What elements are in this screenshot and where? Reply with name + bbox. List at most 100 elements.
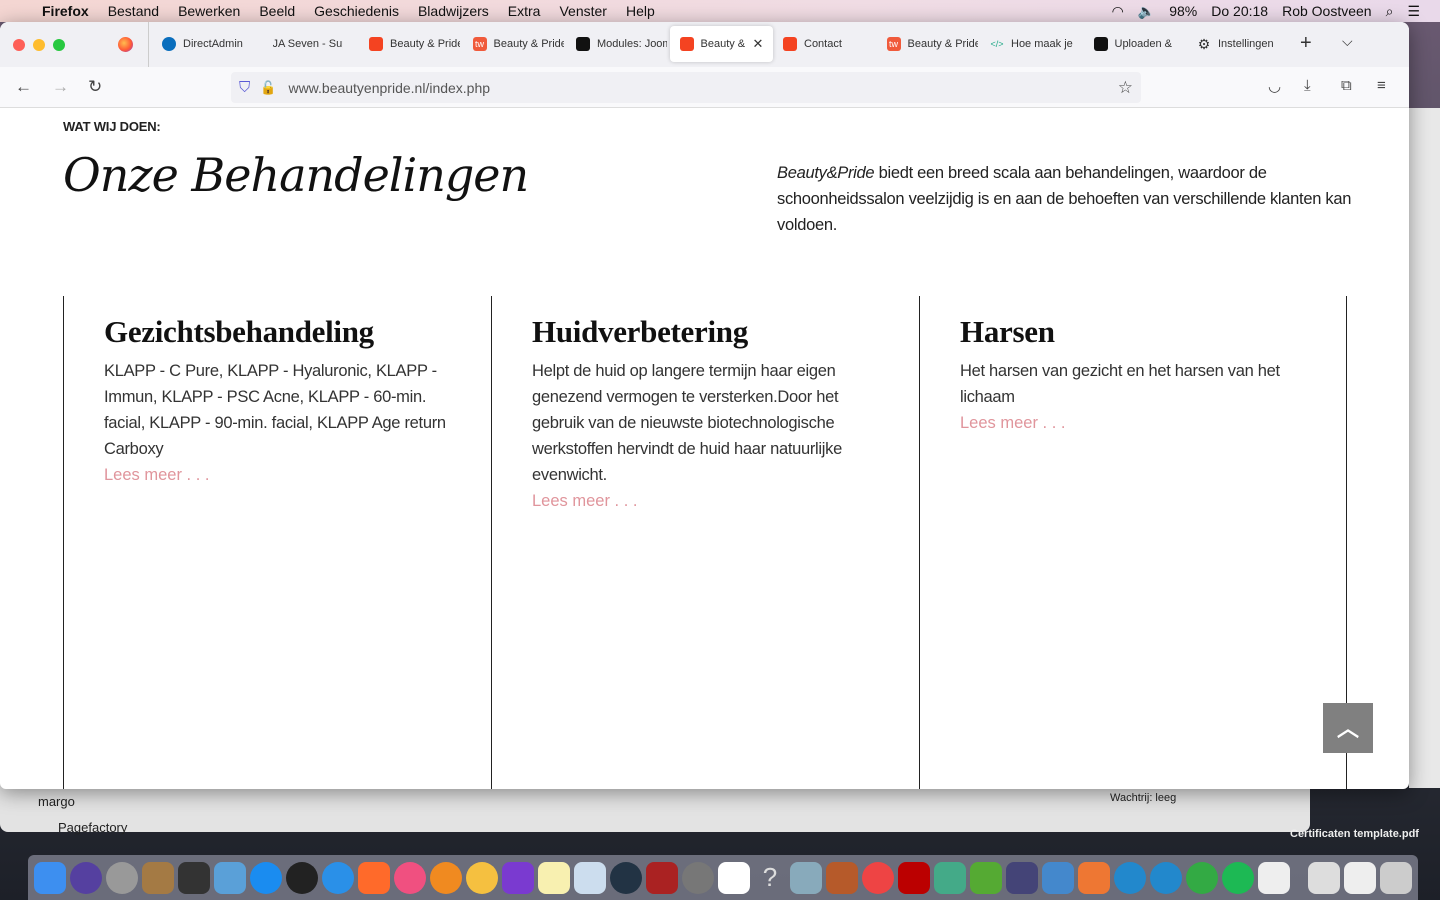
maps-icon[interactable] (574, 861, 606, 894)
list-all-tabs-chevron-icon[interactable]: ⌵ (1342, 33, 1353, 50)
spotify-icon[interactable] (1222, 861, 1254, 894)
url-bar[interactable]: ⛉ 🔓 www.beautyenpride.nl/index.php ☆ (231, 72, 1141, 103)
tab-label: Hoe maak je (1011, 38, 1073, 50)
reload-icon[interactable]: ↻ (88, 77, 102, 97)
menu-item[interactable]: Venster (559, 3, 606, 19)
read-more-link[interactable]: Lees meer . . . (104, 462, 491, 488)
wifi-icon[interactable]: ◠ (1112, 3, 1124, 20)
menu-icon[interactable]: ≡ (1377, 77, 1386, 94)
menu-item[interactable]: Bladwijzers (418, 3, 489, 19)
firefox-icon[interactable] (358, 861, 390, 894)
url-host: www.beautyenpride.nl (288, 79, 426, 96)
photos-icon[interactable] (466, 861, 498, 894)
gear-icon: ⚙ (1197, 36, 1211, 52)
books-icon[interactable] (430, 861, 462, 894)
numbers-icon[interactable] (934, 861, 966, 894)
textedit-icon[interactable] (1258, 861, 1290, 894)
tab[interactable]: ⚙ Instellingen (1187, 26, 1291, 62)
leaf-icon[interactable] (1186, 861, 1218, 894)
menu-item[interactable]: Beeld (259, 3, 295, 19)
tab-label: Modules: Joomla (597, 38, 667, 50)
tab-label: Beauty & Pride (700, 38, 749, 50)
tab[interactable]: Beauty & Pride ✕ (669, 26, 773, 62)
code-icon: </> (990, 39, 1004, 49)
tw-icon: tw (472, 37, 487, 51)
safari-icon[interactable] (322, 861, 354, 894)
system-preferences-icon[interactable] (682, 861, 714, 894)
imovie-icon[interactable] (502, 861, 534, 894)
back-icon[interactable]: ← (15, 77, 32, 97)
tab[interactable]: tw Beauty & Pride (463, 26, 567, 62)
desktop-file[interactable]: Certificaten template.pdf (1290, 828, 1419, 840)
menu-item[interactable]: Bestand (108, 3, 159, 19)
app-icon[interactable] (970, 861, 1002, 894)
tab[interactable]: DirectAdmin (152, 26, 256, 62)
list-item[interactable]: margo (38, 794, 75, 809)
trash-icon[interactable] (1380, 861, 1412, 894)
new-tab-button[interactable]: + (1300, 32, 1312, 55)
volume-icon[interactable]: 🔈 (1138, 3, 1155, 20)
menu-item[interactable]: Help (626, 3, 655, 19)
divider (148, 22, 149, 67)
extensions-icon[interactable]: ⧉ (1341, 77, 1352, 94)
app-store-icon[interactable] (250, 861, 282, 894)
menu-item[interactable]: Extra (508, 3, 541, 19)
chrome-icon[interactable] (862, 861, 894, 894)
preview-icon[interactable] (214, 861, 246, 894)
notes-icon[interactable] (538, 861, 570, 894)
menu-app[interactable]: Firefox (42, 3, 89, 19)
tab[interactable]: </> Hoe maak je (980, 26, 1084, 62)
read-more-link[interactable]: Lees meer . . . (960, 410, 1346, 436)
menu-item[interactable]: Geschiedenis (314, 3, 399, 19)
bookmark-star-icon[interactable]: ☆ (1118, 78, 1133, 98)
filezilla-icon[interactable] (898, 861, 930, 894)
music-icon[interactable] (394, 861, 426, 894)
control-center-icon[interactable]: ☰ (1407, 3, 1420, 20)
tab[interactable]: Beauty & Pride (359, 26, 463, 62)
photo-booth-icon[interactable] (646, 861, 678, 894)
read-more-link[interactable]: Lees meer . . . (532, 488, 919, 514)
minimize-window-button[interactable] (33, 38, 45, 51)
tab[interactable]: Uploaden & (1084, 26, 1188, 62)
powerpoint-icon[interactable] (1078, 861, 1110, 894)
dashboard-icon[interactable] (286, 861, 318, 894)
battery-percent[interactable]: 98% (1169, 3, 1197, 19)
tab-label: Uploaden & (1114, 38, 1173, 50)
spotlight-icon[interactable]: ⌕ (1386, 3, 1394, 20)
close-tab-icon[interactable]: ✕ (753, 36, 764, 52)
tab[interactable]: tw Beauty & Pride (877, 26, 981, 62)
pocket-icon[interactable]: ◡ (1268, 77, 1281, 95)
launchpad-icon[interactable] (106, 861, 138, 894)
downloads-icon[interactable] (1344, 861, 1376, 894)
tab[interactable]: Contact (773, 26, 877, 62)
firefox-view-icon[interactable] (118, 37, 133, 52)
clock[interactable]: Do 20:18 (1211, 3, 1268, 19)
siri-icon[interactable] (70, 861, 102, 894)
maximize-window-button[interactable] (53, 38, 65, 51)
calendar-icon[interactable] (718, 861, 750, 894)
scroll-to-top-button[interactable]: ︿ (1323, 703, 1373, 753)
finder-icon[interactable] (34, 861, 66, 894)
contacts-icon[interactable] (142, 861, 174, 894)
keynote-icon[interactable] (826, 861, 858, 894)
forward-icon[interactable]: → (52, 77, 69, 97)
document-icon[interactable] (1308, 861, 1340, 894)
app-icon[interactable] (178, 861, 210, 894)
image-capture-icon[interactable] (790, 861, 822, 894)
tab[interactable]: Modules: Joomla (566, 26, 670, 62)
close-window-button[interactable] (13, 38, 25, 51)
quicktime-icon[interactable] (610, 861, 642, 894)
help-icon[interactable]: ? (754, 862, 786, 894)
network-icon[interactable] (1114, 861, 1146, 894)
word-icon[interactable] (1042, 861, 1074, 894)
network-icon[interactable] (1150, 861, 1182, 894)
tab[interactable]: JA Seven - Support (256, 26, 360, 62)
shield-icon[interactable]: ⛉ (239, 79, 250, 96)
tab-label: JA Seven - Support (272, 38, 343, 50)
menu-item[interactable]: Bewerken (178, 3, 240, 19)
pen-icon[interactable] (1006, 861, 1038, 894)
insecure-lock-icon[interactable]: 🔓 (260, 80, 276, 96)
list-item[interactable]: Pagefactory (58, 820, 127, 835)
user-name[interactable]: Rob Oostveen (1282, 3, 1372, 19)
downloads-icon[interactable]: ⤓ (1304, 77, 1311, 94)
